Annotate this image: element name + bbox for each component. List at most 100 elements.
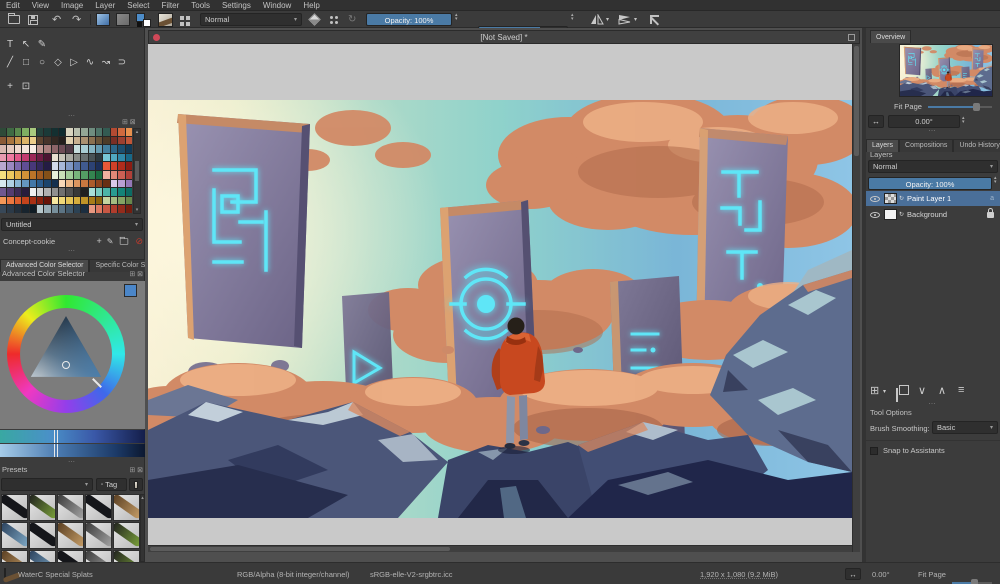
layer-thumbnail[interactable] <box>884 193 897 204</box>
palette-swatch[interactable] <box>118 162 124 170</box>
tab-undo-history[interactable]: Undo History <box>953 139 1000 152</box>
palette-swatch[interactable] <box>30 205 36 213</box>
palette-swatch[interactable] <box>96 205 102 213</box>
palette-swatch[interactable] <box>66 180 72 188</box>
pattern-chooser[interactable] <box>116 13 130 26</box>
palette-swatch[interactable] <box>126 137 132 145</box>
palette-swatch[interactable] <box>111 137 117 145</box>
palette-swatch[interactable] <box>66 162 72 170</box>
palette-swatch[interactable] <box>7 128 13 136</box>
tag-filter-box[interactable]: ▫ Tag <box>96 478 127 491</box>
palette-swatch[interactable] <box>0 145 6 153</box>
palette-swatch[interactable] <box>15 128 21 136</box>
palette-swatch[interactable] <box>89 162 95 170</box>
import-palette-button[interactable] <box>120 238 128 244</box>
palette-swatch[interactable] <box>126 205 132 213</box>
palette-swatch[interactable] <box>22 137 28 145</box>
palette-swatch[interactable] <box>52 197 58 205</box>
canvas-vertical-scrollbar[interactable] <box>852 44 860 552</box>
palette-swatch[interactable] <box>66 205 72 213</box>
eraser-mode-button[interactable] <box>310 13 319 26</box>
palette-swatch[interactable] <box>118 197 124 205</box>
palette-swatch[interactable] <box>30 145 36 153</box>
palette-swatch[interactable] <box>15 188 21 196</box>
palette-swatch[interactable] <box>118 128 124 136</box>
workspace-chooser[interactable] <box>180 13 192 26</box>
palette-swatch[interactable] <box>22 180 28 188</box>
redo-button[interactable]: ↷ <box>72 13 81 26</box>
brush-preset[interactable] <box>29 494 56 521</box>
layer-row-paint-layer-1[interactable]: ↻ Paint Layer 1 a <box>866 191 1000 206</box>
palette-scrollbar[interactable]: ▴▾ <box>133 128 141 214</box>
palette-swatch[interactable] <box>30 180 36 188</box>
rectangle-tool-icon[interactable]: □ <box>18 55 34 70</box>
palette-swatch[interactable] <box>44 162 50 170</box>
palette-swatch[interactable] <box>89 197 95 205</box>
palette-swatch[interactable] <box>111 197 117 205</box>
palette-swatch[interactable] <box>7 162 13 170</box>
palette-swatch[interactable] <box>44 154 50 162</box>
palette-swatch[interactable] <box>74 197 80 205</box>
brush-preset[interactable] <box>1 522 28 549</box>
palette-swatch[interactable] <box>118 145 124 153</box>
palette-swatch[interactable] <box>81 188 87 196</box>
palette-swatch[interactable] <box>81 171 87 179</box>
palette-swatch[interactable] <box>30 128 36 136</box>
reload-preset-button[interactable]: ↻ <box>348 13 356 26</box>
palette-swatch[interactable] <box>103 128 109 136</box>
menu-item-select[interactable]: Select <box>121 1 155 10</box>
palette-swatch[interactable] <box>126 171 132 179</box>
palette-swatch[interactable] <box>81 137 87 145</box>
palette-swatch[interactable] <box>89 180 95 188</box>
palette-swatch[interactable] <box>111 162 117 170</box>
palette-swatch[interactable] <box>74 128 80 136</box>
palette-swatch[interactable] <box>7 197 13 205</box>
palette-swatch[interactable] <box>103 162 109 170</box>
hue-strip[interactable] <box>0 430 145 443</box>
canvas-subwindow-titlebar[interactable]: [Not Saved] * <box>148 30 860 44</box>
menu-item-edit[interactable]: Edit <box>0 1 26 10</box>
palette-swatch[interactable] <box>66 188 72 196</box>
palette-swatch[interactable] <box>111 145 117 153</box>
palette-swatch[interactable] <box>7 137 13 145</box>
palette-swatch[interactable] <box>96 137 102 145</box>
palette-swatch[interactable] <box>81 154 87 162</box>
rotation-reset-button[interactable]: ↔ <box>845 568 861 580</box>
palette-swatch[interactable] <box>89 154 95 162</box>
palette-swatch[interactable] <box>96 128 102 136</box>
palette-swatch[interactable] <box>59 171 65 179</box>
visibility-icon[interactable] <box>870 212 880 218</box>
ellipse-tool-icon[interactable]: ○ <box>34 55 50 70</box>
status-angle[interactable]: 0.00° <box>872 570 890 579</box>
palette-swatch[interactable] <box>52 137 58 145</box>
opacity-spinner[interactable]: ▴▾ <box>455 13 458 21</box>
palette-swatch[interactable] <box>111 180 117 188</box>
rotation-spinner[interactable]: ▴▾ <box>962 116 965 124</box>
layer-row-background[interactable]: ↻ Background <box>866 207 1000 222</box>
palette-swatch[interactable] <box>7 154 13 162</box>
palette-swatch[interactable] <box>89 145 95 153</box>
palette-swatch[interactable] <box>96 154 102 162</box>
palette-swatch[interactable] <box>37 128 43 136</box>
color-wheel-area[interactable] <box>0 281 145 429</box>
last-color-swatch[interactable] <box>124 284 137 297</box>
palette-swatch[interactable] <box>96 145 102 153</box>
bezier-curve-tool-icon[interactable]: ∿ <box>82 55 98 70</box>
palette-swatch[interactable] <box>22 171 28 179</box>
palette-swatch[interactable] <box>0 197 6 205</box>
palette-swatch[interactable] <box>89 128 95 136</box>
palette-swatch[interactable] <box>7 188 13 196</box>
remove-palette-button[interactable]: ⊘ <box>135 236 143 247</box>
palette-swatch[interactable] <box>0 162 6 170</box>
palette-swatch[interactable] <box>89 171 95 179</box>
palette-swatch[interactable] <box>30 154 36 162</box>
palette-swatch[interactable] <box>103 171 109 179</box>
palette-swatch[interactable] <box>118 137 124 145</box>
palette-swatch[interactable] <box>103 137 109 145</box>
palette-swatch[interactable] <box>44 137 50 145</box>
current-brush-name[interactable]: WaterC Special Splats <box>18 570 93 579</box>
palette-swatch[interactable] <box>66 171 72 179</box>
palette-swatch[interactable] <box>44 188 50 196</box>
palette-swatch[interactable] <box>37 205 43 213</box>
mirror-horizontal-options[interactable]: ▾ <box>606 13 609 26</box>
